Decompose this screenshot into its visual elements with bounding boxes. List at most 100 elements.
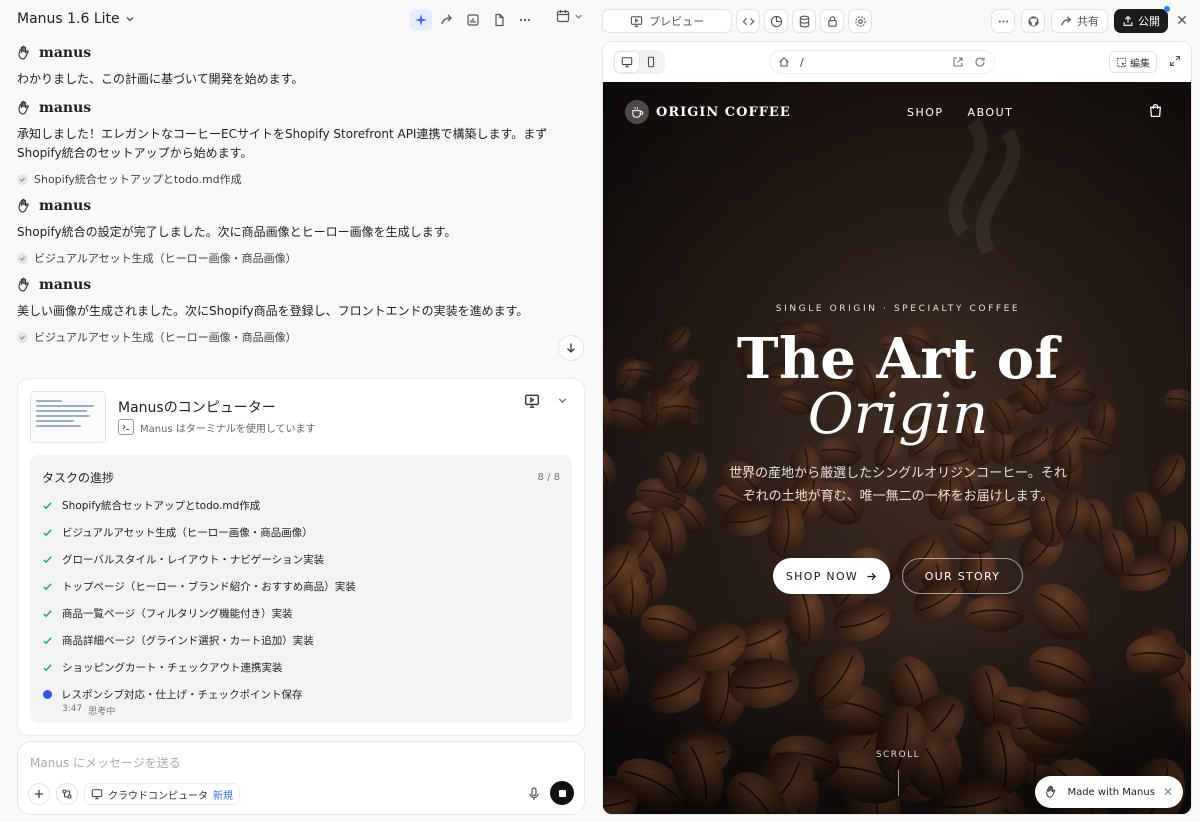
chart-icon[interactable] — [462, 9, 484, 31]
model-name: Manus 1.6 Lite — [17, 11, 120, 27]
check-icon — [42, 635, 54, 646]
analytics-icon[interactable] — [764, 9, 788, 33]
share-label: 共有 — [1077, 15, 1099, 28]
home-icon[interactable] — [778, 56, 790, 68]
task-item: グローバルスタイル・レイアウト・ナビゲーション実装 — [42, 546, 560, 573]
top-bar: Manus 1.6 Lite プレビュー 共有 公開 ✕ — [0, 0, 1200, 42]
device-toggle — [613, 50, 665, 74]
gear-icon[interactable] — [848, 9, 872, 33]
publish-button[interactable]: 公開 — [1114, 6, 1170, 33]
desktop-icon[interactable] — [615, 52, 639, 72]
lock-icon[interactable] — [820, 9, 844, 33]
refresh-icon[interactable] — [974, 56, 986, 68]
terminal-icon — [118, 419, 134, 435]
edit-label: 編集 — [1130, 58, 1150, 70]
message-composer[interactable]: Manus にメッセージを送る クラウドコンピュータ 新規 — [17, 741, 585, 815]
model-selector[interactable]: Manus 1.6 Lite — [17, 11, 135, 27]
monitor-icon[interactable] — [524, 393, 540, 409]
task-item: ショッピングカート・チェックアウト連携実装 — [42, 654, 560, 681]
task-label: 商品詳細ページ（グラインド選択・カート追加）実装 — [62, 635, 314, 647]
our-story-button[interactable]: OUR STORY — [902, 558, 1023, 594]
website-preview: ORIGIN COFFEE SHOP ABOUT SINGLE ORIGIN ·… — [603, 82, 1191, 814]
chevron-down-icon[interactable] — [557, 395, 568, 406]
shop-now-label: SHOP NOW — [785, 569, 859, 583]
message-text: わかりました、この計画に基づいて開発を始めます。 — [17, 72, 304, 86]
close-icon[interactable]: ✕ — [1174, 13, 1190, 29]
connectors-icon[interactable] — [56, 783, 78, 805]
calendar-dropdown[interactable] — [556, 9, 583, 23]
chat-thread: manus わかりました、この計画に基づいて開発を始めます。 manus 承知し… — [17, 44, 585, 355]
terminal-thumbnail[interactable] — [30, 391, 106, 443]
sparkle-icon[interactable] — [410, 9, 432, 31]
cloud-computer-button[interactable]: クラウドコンピュータ 新規 — [84, 783, 240, 805]
tasks-count: 8 / 8 — [537, 472, 560, 483]
task-label: 商品一覧ページ（フィルタリング機能付き）実装 — [62, 608, 293, 620]
hero-headline-italic: Origin — [807, 382, 989, 447]
hero-eyebrow: SINGLE ORIGIN · SPECIALTY COFFEE — [775, 304, 1021, 314]
check-icon — [42, 554, 54, 565]
stop-button[interactable] — [550, 781, 574, 805]
task-item: 商品一覧ページ（フィルタリング機能付き）実装 — [42, 600, 560, 627]
check-icon — [42, 527, 54, 538]
check-icon — [42, 500, 54, 511]
manus-hand-icon — [17, 277, 33, 293]
share-arrow-icon[interactable] — [436, 9, 458, 31]
made-with-label: Made with Manus — [1067, 786, 1155, 798]
expand-icon[interactable] — [1169, 55, 1181, 67]
chat-message: manus Shopify統合の設定が完了しました。次に商品画像とヒーロー画像を… — [17, 197, 585, 266]
url-text: / — [800, 55, 804, 69]
preview-panel: / 編集 ORIGIN COFFEE SHOP ABOUT SINGLE ORI… — [602, 41, 1192, 815]
monitor-icon — [91, 788, 103, 800]
site-logo[interactable]: ORIGIN COFFEE — [625, 100, 791, 124]
scroll-indicator: SCROLL — [875, 750, 921, 760]
shopping-bag-icon[interactable] — [1148, 103, 1163, 118]
scroll-line — [898, 770, 899, 796]
nav-link-shop[interactable]: SHOP — [907, 106, 944, 119]
more-icon[interactable] — [514, 9, 536, 31]
nav-link-about[interactable]: ABOUT — [968, 106, 1014, 119]
shop-now-button[interactable]: SHOP NOW — [773, 558, 890, 594]
close-icon[interactable]: ✕ — [1163, 785, 1173, 799]
chat-message: manus 承知しました！エレガントなコーヒーECサイトをShopify Sto… — [17, 99, 585, 187]
more-icon[interactable] — [991, 9, 1015, 33]
agent-name: manus — [39, 277, 92, 293]
preview-toolbar: / 編集 — [603, 42, 1191, 82]
mobile-icon[interactable] — [639, 52, 663, 72]
preview-label: プレビュー — [649, 15, 704, 28]
cloud-label: クラウドコンピュータ — [108, 790, 208, 802]
in-progress-indicator — [43, 690, 52, 699]
edit-icon — [1116, 57, 1127, 68]
coffee-beans-hero-image — [603, 82, 1191, 814]
check-icon — [17, 173, 28, 185]
message-step[interactable]: ビジュアルアセット生成（ヒーロー画像・商品画像） — [17, 250, 585, 266]
task-item: トップページ（ヒーロー・ブランド紹介・おすすめ商品）実装 — [42, 573, 560, 600]
microphone-icon[interactable] — [528, 787, 540, 801]
url-bar[interactable]: / — [769, 50, 995, 74]
scroll-down-button[interactable] — [558, 335, 584, 361]
preview-button[interactable]: プレビュー — [602, 9, 732, 33]
made-with-manus-badge[interactable]: Made with Manus ✕ — [1035, 776, 1183, 808]
share-button[interactable]: 共有 — [1051, 9, 1108, 33]
message-step[interactable]: ビジュアルアセット生成（ヒーロー画像・商品画像） — [17, 329, 585, 345]
external-link-icon[interactable] — [952, 56, 964, 68]
message-step[interactable]: Shopify統合セットアップとtodo.md作成 — [17, 171, 585, 187]
agent-name: manus — [39, 45, 92, 61]
github-icon[interactable] — [1021, 9, 1045, 33]
chat-message: manus 美しい画像が生成されました。次にShopify商品を登録し、フロント… — [17, 276, 585, 345]
message-text: 美しい画像が生成されました。次にShopify商品を登録し、フロントエンドの実装… — [17, 304, 529, 318]
hero-lead: 世界の産地から厳選したシングルオリジンコーヒー。それぞれの土地が育む、唯一無二の… — [729, 466, 1067, 504]
plus-icon[interactable] — [28, 783, 50, 805]
arrow-down-icon — [565, 342, 577, 354]
share-icon — [1060, 15, 1073, 28]
site-nav: ORIGIN COFFEE SHOP ABOUT — [603, 82, 1191, 144]
upload-icon — [1122, 15, 1134, 27]
edit-button[interactable]: 編集 — [1109, 51, 1157, 73]
code-icon[interactable] — [736, 9, 760, 33]
check-icon — [42, 581, 54, 592]
document-icon[interactable] — [488, 9, 510, 31]
task-item: 商品詳細ページ（グラインド選択・カート追加）実装 — [42, 627, 560, 654]
stop-icon — [558, 789, 566, 797]
agent-name: manus — [39, 198, 92, 214]
message-input[interactable]: Manus にメッセージを送る — [30, 754, 181, 771]
database-icon[interactable] — [792, 9, 816, 33]
